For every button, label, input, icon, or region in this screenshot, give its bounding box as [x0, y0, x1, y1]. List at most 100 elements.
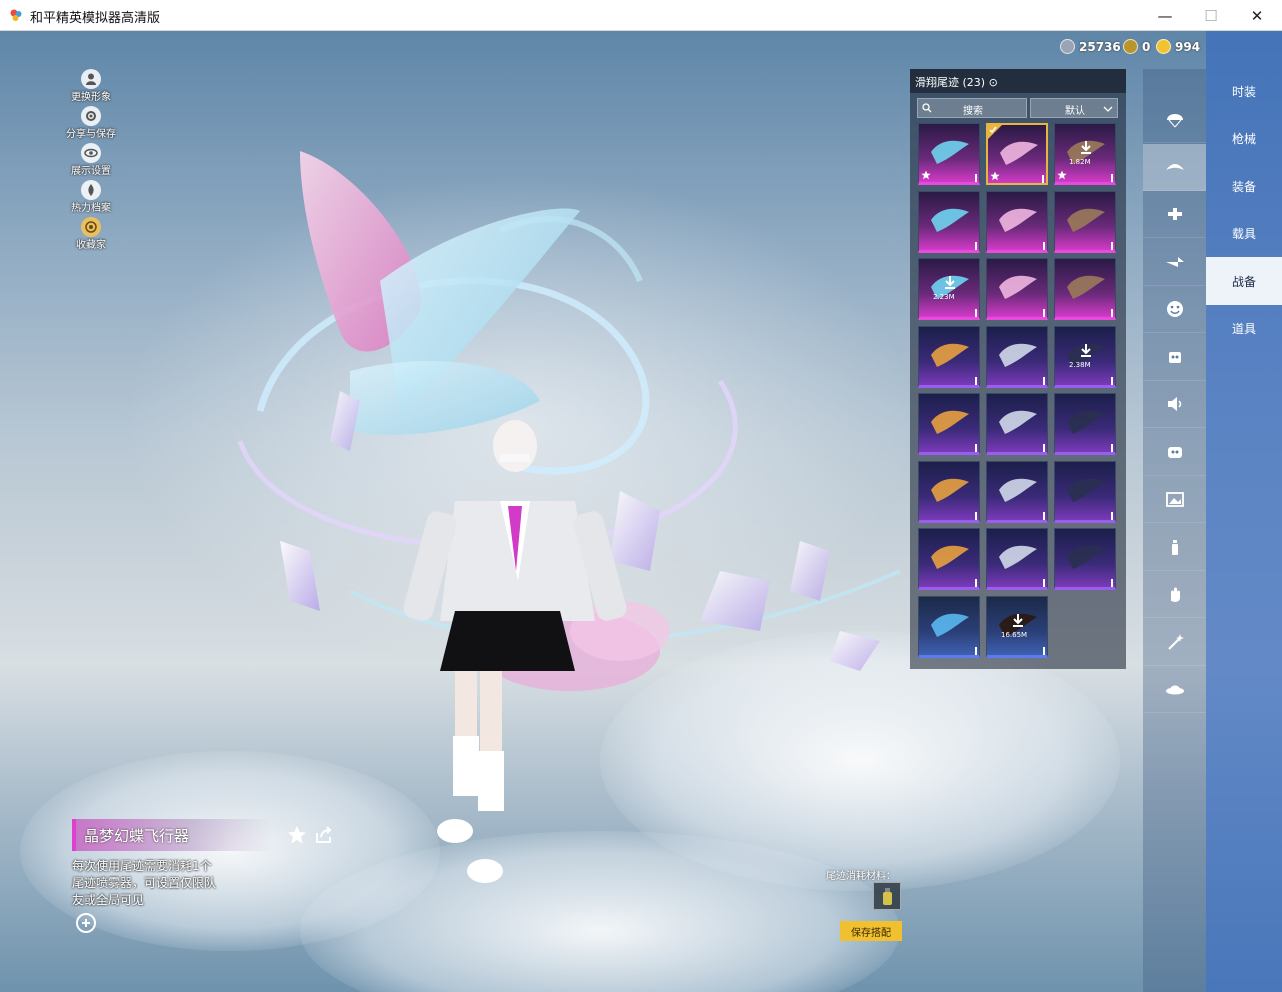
window-titlebar: 和平精英模拟器高清版 — ☐ ✕ — [0, 0, 1282, 31]
item-cell-glider-white-craft[interactable] — [986, 325, 1048, 388]
item-cell-glider-download-4[interactable]: 16.65M — [986, 595, 1048, 658]
spray-material-slot[interactable] — [873, 882, 901, 910]
item-cell-trail-blue[interactable] — [1054, 460, 1116, 523]
item-cell-glider-pink-crystal[interactable] — [918, 190, 980, 253]
category-tab-photo-frame[interactable] — [1143, 476, 1206, 523]
spray-can-icon — [883, 888, 892, 905]
download-size: 16.65M — [1001, 630, 1028, 639]
tab-4[interactable]: 战备 — [1206, 257, 1282, 305]
item-cell-trail-orange-purple[interactable] — [1054, 528, 1116, 590]
gold-coin-icon — [1156, 39, 1171, 54]
item-cell-glider-ufo[interactable] — [1054, 393, 1116, 455]
item-description: 每次使用尾迹需要消耗1个尾迹喷雾器，可设置仅限队友或全局可见 — [72, 859, 217, 907]
item-cell-glider-download-3[interactable]: 2.38M — [1054, 325, 1116, 388]
game-viewport: 更换形象 分享与保存 展示设置 热力档案 收藏家 25736 0 994 晶梦幻… — [0, 31, 1282, 992]
item-cell-glider-blue-wing[interactable] — [986, 258, 1048, 320]
item-name: 晶梦幻蝶飞行器 — [84, 827, 190, 845]
category-tab-parachute[interactable] — [1143, 96, 1206, 143]
download-icon — [945, 276, 955, 289]
item-cell-glider-download-2[interactable]: 2.23M — [918, 258, 980, 320]
item-cell-glider-download-1[interactable]: 1.82M — [1054, 123, 1116, 185]
category-tab-aircraft[interactable] — [1143, 191, 1206, 238]
quantity-bar — [1042, 175, 1044, 183]
quantity-bar — [1111, 174, 1113, 182]
zoom-in-icon[interactable] — [76, 913, 96, 933]
sparkle-wand-icon — [1167, 633, 1184, 650]
star-icon[interactable] — [287, 825, 307, 845]
quantity-bar — [1111, 376, 1113, 385]
category-tab-pet[interactable] — [1143, 429, 1206, 476]
quantity-bar — [975, 241, 977, 250]
emote-face-icon — [1166, 301, 1183, 317]
item-art — [931, 478, 969, 502]
side-item-display-settings[interactable]: 展示设置 — [58, 143, 124, 180]
currency-value: 25736 — [1079, 39, 1121, 54]
category-tab-ufo[interactable] — [1143, 666, 1206, 713]
aircraft-icon — [1167, 208, 1182, 220]
category-tab-sparkle-wand[interactable] — [1143, 619, 1206, 666]
quantity-bar — [975, 309, 977, 317]
ufo-icon — [1165, 685, 1184, 695]
list-title: 滑翔尾迹 (23) ⊙ — [915, 76, 998, 89]
category-tab-spray-can[interactable] — [1143, 524, 1206, 571]
quantity-bar — [1043, 376, 1045, 385]
item-cell-glider-butterfly-crystal[interactable] — [986, 123, 1048, 185]
search-input[interactable]: 搜索 — [917, 98, 1027, 118]
item-art — [999, 208, 1037, 232]
item-cell-trail-rainbow[interactable] — [986, 393, 1048, 455]
side-item-share-save[interactable]: 分享与保存 — [58, 106, 124, 143]
download-icon — [1081, 343, 1091, 357]
tab-0[interactable]: 时装 — [1206, 67, 1282, 115]
tab-5[interactable]: 道具 — [1206, 305, 1282, 353]
category-tab-emote-face[interactable] — [1143, 286, 1206, 333]
maximize-button[interactable]: ☐ — [1188, 0, 1234, 31]
side-menu: 更换形象 分享与保存 展示设置 热力档案 收藏家 — [58, 69, 124, 254]
side-item-change-avatar[interactable]: 更换形象 — [58, 69, 124, 106]
category-tab-speaker[interactable] — [1143, 381, 1206, 428]
currency-value: 0 — [1142, 39, 1151, 54]
side-item-label: 更换形象 — [71, 92, 111, 103]
quantity-bar — [975, 579, 977, 587]
sort-dropdown[interactable]: 默认 — [1030, 98, 1118, 118]
item-cell-glider-comet[interactable] — [1054, 258, 1116, 320]
category-tab-robot[interactable] — [1143, 334, 1206, 381]
tab-1[interactable]: 枪械 — [1206, 115, 1282, 163]
item-cell-glider-teal-wing[interactable] — [918, 123, 980, 185]
item-art — [1067, 545, 1105, 569]
category-tab-hand-wave[interactable] — [1143, 571, 1206, 618]
quantity-bar — [1111, 241, 1113, 250]
item-cell-trail-yellow[interactable] — [918, 528, 980, 590]
minimize-button[interactable]: — — [1142, 0, 1188, 31]
flame-icon — [81, 180, 101, 200]
item-cell-glider-shark[interactable] — [918, 460, 980, 523]
share-gear-icon — [81, 106, 101, 126]
item-art — [999, 478, 1037, 502]
quantity-bar — [975, 376, 977, 385]
tab-2[interactable]: 装备 — [1206, 162, 1282, 210]
side-item-label: 热力档案 — [71, 203, 111, 214]
item-cell-glider-chick[interactable] — [918, 393, 980, 455]
robot-icon — [1168, 351, 1181, 363]
item-cell-glider-paper-plane[interactable] — [918, 595, 980, 658]
pet-icon — [1167, 446, 1182, 458]
currency-badge: 0 — [1123, 39, 1150, 54]
item-cell-glider-teal-jet[interactable] — [1054, 190, 1116, 253]
side-item-heat-profile[interactable]: 热力档案 — [58, 180, 124, 217]
person-icon — [81, 69, 101, 89]
save-outfit-button[interactable]: 保存搭配 — [840, 921, 902, 941]
window-close-button[interactable]: ✕ — [1234, 0, 1280, 31]
item-cell-glider-mech-wing[interactable] — [986, 460, 1048, 523]
quantity-bar — [1043, 309, 1045, 317]
tab-3[interactable]: 载具 — [1206, 210, 1282, 258]
side-item-collector[interactable]: 收藏家 — [58, 217, 124, 254]
item-cell-glider-pony[interactable] — [918, 325, 980, 388]
category-tab-glider[interactable] — [1143, 143, 1206, 191]
item-cell-glider-purple-blade[interactable] — [986, 190, 1048, 253]
item-cell-trail-red[interactable] — [986, 528, 1048, 590]
category-tab-plane[interactable] — [1143, 239, 1206, 286]
share-icon[interactable] — [314, 825, 334, 845]
speaker-icon — [1167, 397, 1181, 411]
character-showcase[interactable] — [200, 111, 920, 911]
item-list-panel: 滑翔尾迹 (23) ⊙ 搜索 默认 1.82M 2.23M 2.38M 16.65M — [910, 69, 1126, 669]
badge-coin-icon — [1123, 39, 1138, 54]
